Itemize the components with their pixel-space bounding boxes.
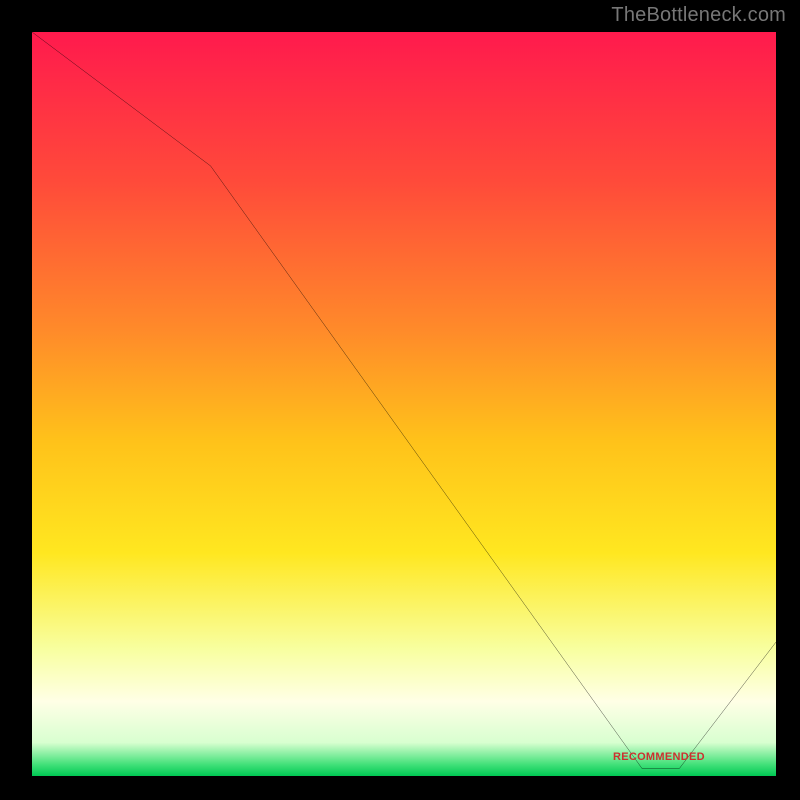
chart-annotation-recommended: RECOMMENDED [613, 751, 705, 763]
chart-plot-area: RECOMMENDED [32, 32, 776, 776]
chart-background [32, 32, 776, 776]
watermark-text: TheBottleneck.com [611, 4, 786, 27]
chart-svg [32, 32, 776, 776]
